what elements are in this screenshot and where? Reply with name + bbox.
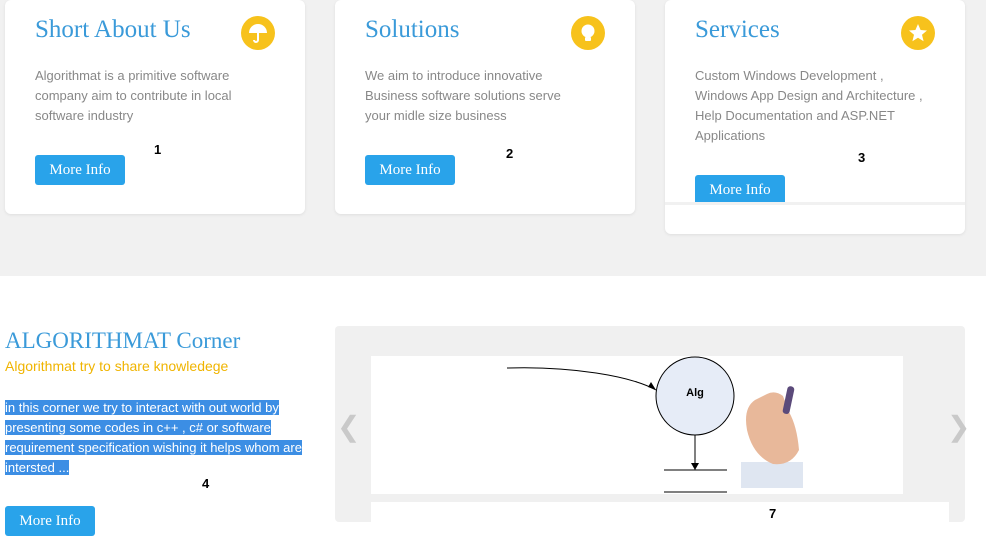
annotation-marker-4: 4	[202, 476, 210, 491]
slider-caption-bar	[371, 502, 949, 522]
chevron-right-icon[interactable]: ❯	[947, 410, 970, 443]
chevron-left-icon[interactable]: ❮	[337, 410, 360, 443]
card-title: Solutions	[365, 16, 460, 43]
corner-title: ALGORITHMAT Corner	[5, 328, 241, 353]
star-icon	[901, 16, 935, 50]
umbrella-icon	[241, 16, 275, 50]
slide-image: Alg	[371, 356, 903, 494]
more-info-button[interactable]: More Info	[35, 155, 125, 185]
card-services: Services Custom Windows Development , Wi…	[665, 0, 965, 234]
card-short-about-us: Short About Us Algorithmat is a primitiv…	[5, 0, 305, 214]
card-description: Custom Windows Development , Windows App…	[695, 68, 923, 143]
lightbulb-icon	[571, 16, 605, 50]
card-description: We aim to introduce innovative Business …	[365, 68, 561, 123]
card-solutions: Solutions We aim to introduce innovative…	[335, 0, 635, 214]
more-info-button[interactable]: More Info	[365, 155, 455, 185]
more-info-button[interactable]: More Info	[5, 506, 95, 536]
selected-text: in this corner we try to interact with o…	[5, 400, 302, 475]
diagram-node-label: Alg	[686, 387, 704, 399]
more-info-button[interactable]: More Info	[695, 175, 785, 205]
card-title: Services	[695, 16, 780, 43]
annotation-marker-3: 3	[858, 150, 866, 165]
annotation-marker-7: 7	[769, 506, 777, 521]
corner-description: in this corner we try to interact with o…	[5, 398, 310, 478]
annotation-marker-2: 2	[506, 146, 514, 161]
card-description: Algorithmat is a primitive software comp…	[35, 68, 232, 123]
corner-subtitle: Algorithmat try to share knowledege	[5, 358, 229, 374]
image-slider[interactable]: ❮ ❯ Alg	[335, 326, 970, 522]
card-title: Short About Us	[35, 16, 191, 43]
annotation-marker-1: 1	[154, 142, 162, 157]
card-divider	[665, 202, 965, 205]
